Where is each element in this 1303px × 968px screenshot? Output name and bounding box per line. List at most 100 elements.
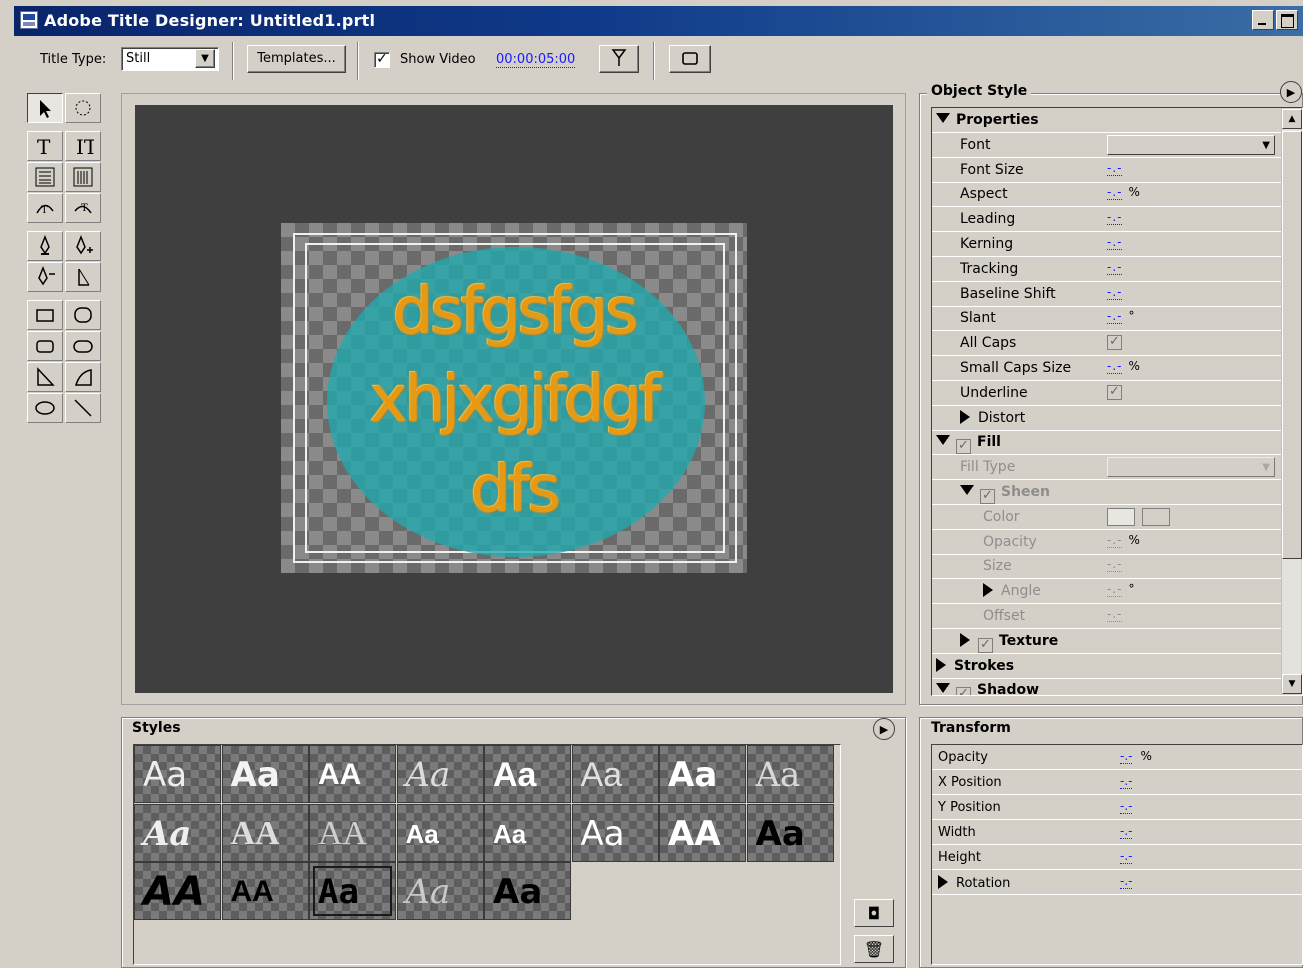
area-type-tool-button[interactable] [27, 162, 63, 192]
property-value[interactable]: -.- [1120, 874, 1133, 889]
vertical-area-type-tool-button[interactable] [65, 162, 101, 192]
add-anchor-point-tool-button[interactable] [65, 231, 101, 261]
style-swatch[interactable]: Aa [484, 862, 571, 920]
collapse-triangle-icon[interactable] [936, 657, 946, 672]
property-row-small-caps-size[interactable]: Small Caps Size -.-% [932, 356, 1282, 381]
style-swatch[interactable]: AA [134, 862, 221, 920]
property-row-underline[interactable]: Underline ✓ [932, 381, 1282, 406]
style-swatch[interactable]: Aa [309, 862, 396, 920]
transform-row-rotation[interactable]: Rotation -.- [932, 870, 1303, 895]
property-value[interactable]: -.- [1120, 849, 1133, 864]
style-swatch[interactable]: AA [309, 803, 396, 862]
property-value[interactable]: -.- [1107, 160, 1123, 176]
style-swatch[interactable]: Aa [396, 862, 484, 920]
wedge-tool-button[interactable] [27, 362, 63, 392]
color-swatch[interactable] [1107, 507, 1135, 526]
property-row-leading[interactable]: Leading -.- [932, 207, 1282, 233]
property-value[interactable]: -.- [1120, 824, 1133, 839]
style-swatch[interactable]: Aa [396, 803, 484, 862]
property-row-font-size[interactable]: Font Size -.- [932, 158, 1282, 183]
property-value[interactable]: -.- [1120, 799, 1133, 814]
property-row-sheen[interactable]: ✓ Sheen [932, 480, 1282, 505]
maximize-button[interactable] [1276, 10, 1298, 30]
transform-row-width[interactable]: Width -.- [932, 820, 1303, 845]
ellipse-tool-button[interactable] [27, 393, 63, 423]
all-caps-checkbox[interactable]: ✓ [1107, 335, 1122, 351]
property-row-fill[interactable]: ✓ Fill [932, 430, 1282, 456]
property-value[interactable]: -.- [1107, 259, 1123, 275]
style-swatch[interactable]: AA [659, 803, 746, 862]
property-row-slant[interactable]: Slant -.- ° [932, 306, 1282, 332]
pen-tool-button[interactable] [27, 231, 63, 261]
property-value[interactable]: -.-% [1107, 359, 1140, 374]
expand-triangle-icon[interactable] [936, 435, 950, 446]
expand-triangle-icon[interactable] [960, 485, 974, 495]
title-text-line-3[interactable]: dfs [281, 453, 747, 527]
style-swatch[interactable]: Aa [221, 745, 309, 803]
style-swatch[interactable]: Aa [659, 745, 746, 803]
type-tool-button[interactable]: T [27, 131, 63, 161]
scroll-down-icon[interactable]: ▼ [1282, 674, 1302, 694]
property-value[interactable]: -.- [1107, 210, 1123, 226]
transform-row-x-position[interactable]: X Position -.- [932, 770, 1303, 795]
style-swatch[interactable]: AA [221, 803, 309, 862]
style-swatch[interactable]: Aa [571, 745, 659, 803]
title-canvas[interactable]: dsfgsfgs xhjxgjfdgf dfs [135, 105, 893, 693]
font-dropdown[interactable]: ▼ [1107, 134, 1275, 155]
style-swatch[interactable]: Aa [134, 745, 221, 803]
style-swatch[interactable]: Aa [484, 803, 571, 862]
property-row-offset[interactable]: Offset -.- [932, 604, 1282, 629]
transform-row-opacity[interactable]: Opacity -.-% [932, 745, 1303, 770]
style-swatch[interactable]: Aa [746, 745, 834, 803]
transform-row-height[interactable]: Height -.- [932, 845, 1303, 870]
property-value[interactable]: -.-% [1107, 185, 1140, 201]
underline-checkbox[interactable]: ✓ [1107, 384, 1122, 400]
property-row-color[interactable]: Color [932, 505, 1282, 530]
new-style-button[interactable]: ◘ [854, 899, 894, 927]
property-row-fill-type[interactable]: Fill Type ▼ [932, 455, 1282, 481]
property-row-all-caps[interactable]: All Caps ✓ [932, 331, 1282, 357]
property-value[interactable]: -.- [1120, 774, 1133, 789]
property-row-baseline-shift[interactable]: Baseline Shift -.- [932, 282, 1282, 307]
enable-checkbox[interactable]: ✓ [980, 489, 995, 504]
marker-button[interactable] [599, 45, 639, 73]
property-row-shadow[interactable]: ✓ Shadow [932, 678, 1282, 695]
timecode-field[interactable]: 00:00:05:00 [496, 52, 576, 68]
property-row-strokes[interactable]: Strokes [932, 654, 1282, 679]
property-value[interactable]: -.-% [1107, 532, 1140, 548]
chevron-down-icon[interactable]: ▼ [195, 49, 215, 68]
property-row-texture[interactable]: ✓ Texture [932, 629, 1282, 654]
arc-tool-button[interactable] [65, 362, 101, 392]
style-swatch[interactable]: Aa [746, 803, 834, 862]
show-video-checkbox[interactable]: ✓ [374, 52, 390, 68]
safe-area-button[interactable] [669, 45, 711, 73]
selection-tool-button[interactable] [27, 93, 63, 123]
style-swatch[interactable]: Aa [134, 803, 221, 862]
style-swatch[interactable]: Aa [484, 745, 571, 803]
property-value[interactable]: -.- [1107, 607, 1123, 622]
property-row-tracking[interactable]: Tracking -.- [932, 257, 1282, 282]
style-swatch[interactable]: AA [309, 745, 396, 803]
scroll-up-icon[interactable]: ▲ [1282, 109, 1302, 129]
window-title-bar[interactable]: Adobe Title Designer: Untitled1.prtl [14, 6, 1303, 36]
expand-triangle-icon[interactable] [936, 113, 950, 123]
styles-menu-button[interactable]: ▶ [873, 718, 895, 740]
path-type-tool-button[interactable]: T [27, 193, 63, 223]
collapse-triangle-icon[interactable] [983, 583, 993, 598]
property-row-opacity[interactable]: Opacity -.-% [932, 530, 1282, 555]
collapse-triangle-icon[interactable] [938, 875, 948, 889]
property-row-aspect[interactable]: Aspect -.-% [932, 182, 1282, 208]
title-text-line-1[interactable]: dsfgsfgs [281, 275, 747, 349]
fill-type-dropdown[interactable]: ▼ [1107, 457, 1275, 478]
line-tool-button[interactable] [65, 393, 101, 423]
convert-anchor-point-tool-button[interactable] [65, 262, 101, 292]
rotation-tool-button[interactable] [65, 93, 101, 123]
property-value[interactable]: -.- [1107, 557, 1123, 573]
delete-anchor-point-tool-button[interactable] [27, 262, 63, 292]
templates-button[interactable]: Templates... [247, 45, 346, 73]
title-text-line-2[interactable]: xhjxgjfdgf [281, 363, 747, 437]
property-row-size[interactable]: Size -.- [932, 554, 1282, 580]
rounded-corner-rectangle-tool-button[interactable] [65, 300, 101, 330]
collapse-triangle-icon[interactable] [960, 409, 970, 424]
property-row-kerning[interactable]: Kerning -.- [932, 232, 1282, 257]
